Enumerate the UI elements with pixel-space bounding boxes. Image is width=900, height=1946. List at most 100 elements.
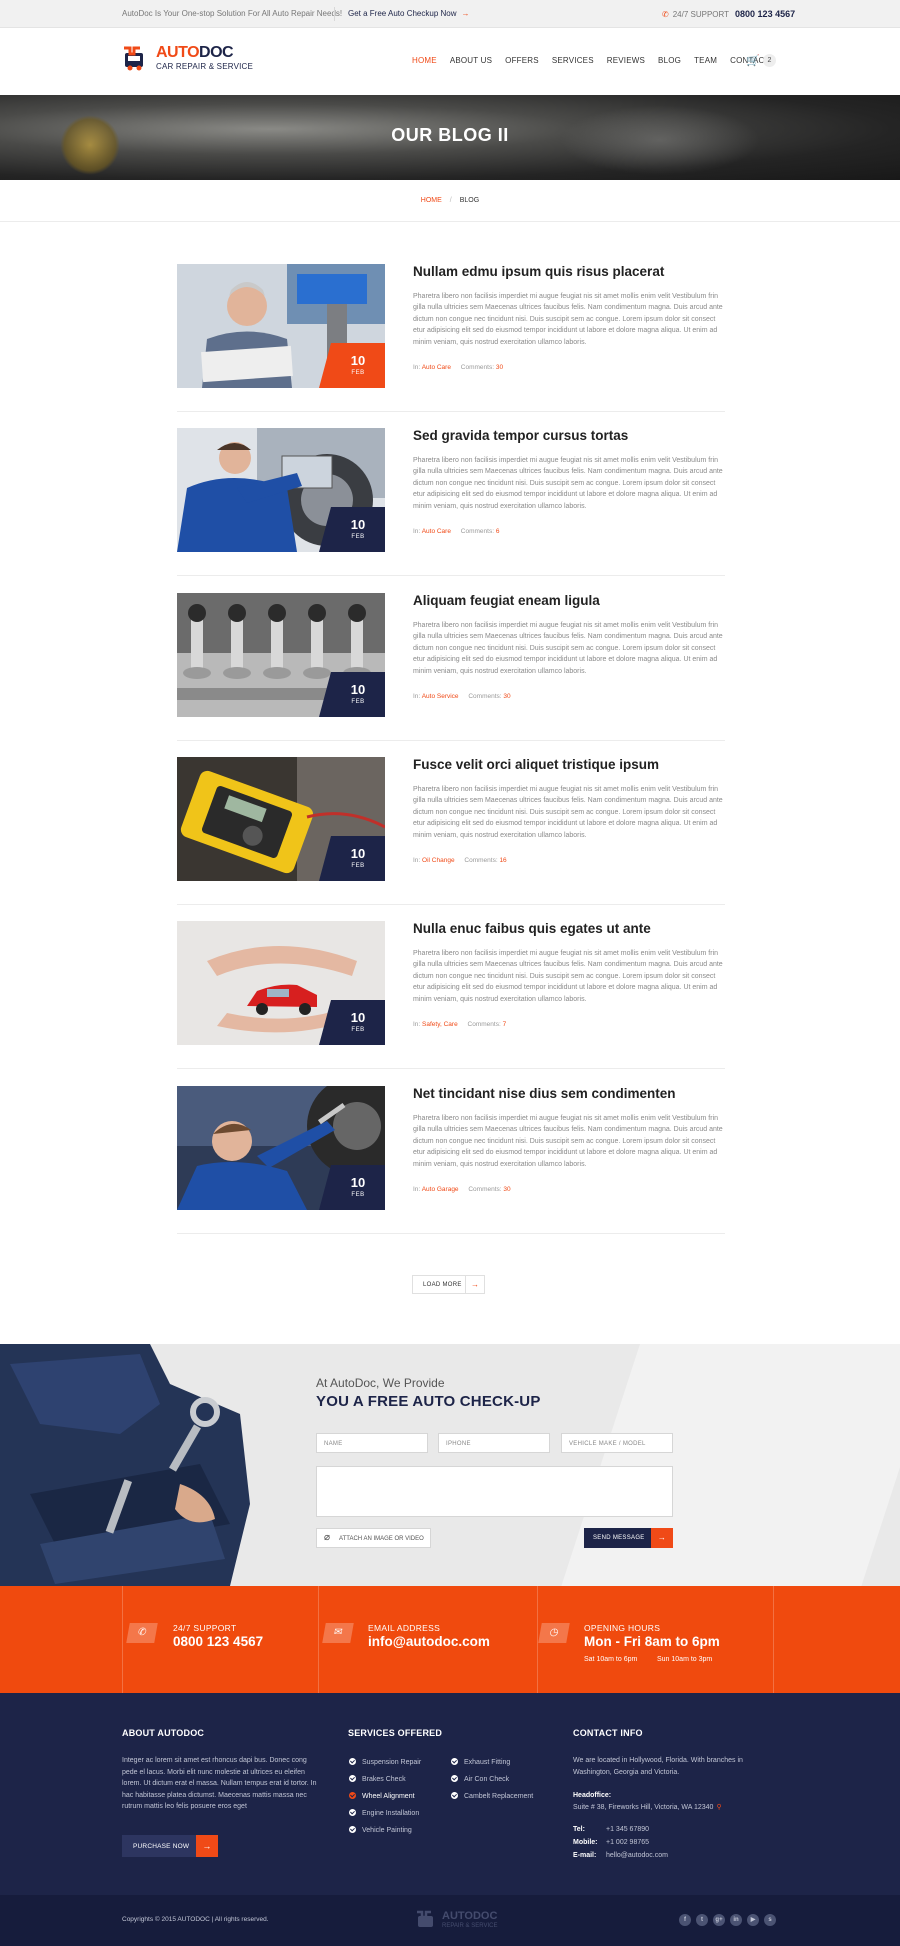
nav-item-about-us[interactable]: ABOUT US — [450, 56, 492, 70]
post-comments-label: Comments: — [464, 857, 498, 864]
service-item[interactable]: Exhaust Fitting — [451, 1758, 510, 1766]
logo-name-part1: AUTO — [156, 44, 200, 61]
service-item[interactable]: Vehicle Painting — [349, 1826, 412, 1834]
purchase-now-button[interactable]: PURCHASE NOW → — [122, 1835, 218, 1857]
post-date-badge: 10 FEB — [319, 507, 385, 552]
post-category-link[interactable]: Safety, Care — [422, 1021, 458, 1028]
headoffice-label: Headoffice: — [573, 1790, 611, 1802]
post-date-day: 10 — [350, 846, 366, 861]
check-circle-icon — [349, 1792, 356, 1799]
tel-value[interactable]: +1 345 67890 — [606, 1826, 649, 1833]
blog-post: 10 FEB Fusce velit orci aliquet tristiqu… — [177, 757, 725, 905]
load-more-button[interactable]: LOAD MORE → — [412, 1275, 485, 1294]
post-category-label: In: — [413, 693, 421, 700]
twitter-icon[interactable]: t — [696, 1914, 708, 1926]
name-field[interactable]: NAME — [316, 1433, 428, 1453]
post-comments-count[interactable]: 7 — [503, 1021, 507, 1028]
post-meta: In: Auto Care Comments: 6 — [413, 528, 499, 535]
nav-item-team[interactable]: TEAM — [694, 56, 717, 70]
cart-icon[interactable]: 🛒 — [746, 54, 760, 67]
info-hours-value: Mon - Fri 8am to 6pm — [584, 1634, 720, 1649]
post-date-day: 10 — [350, 1175, 366, 1190]
footer-about-heading: ABOUT AUTODOC — [122, 1728, 205, 1738]
post-title[interactable]: Sed gravida tempor cursus tortas — [413, 428, 628, 443]
message-textarea[interactable] — [316, 1466, 673, 1517]
post-excerpt: Pharetra libero non facilisis imperdiet … — [413, 950, 723, 1003]
vehicle-field[interactable]: VEHICLE MAKE / MODEL — [561, 1433, 673, 1453]
free-checkup-link[interactable]: Get a Free Auto Checkup Now → — [348, 9, 470, 18]
breadcrumb-separator: / — [449, 197, 452, 204]
site-footer: ABOUT AUTODOC Integer ac lorem sit amet … — [0, 1693, 900, 1895]
email-value[interactable]: hello@autodoc.com — [606, 1852, 668, 1859]
divider — [122, 1586, 123, 1693]
site-logo[interactable]: AUTODOC CAR REPAIR & SERVICE — [122, 42, 253, 78]
contact-email: E-mail: hello@autodoc.com — [573, 1850, 668, 1862]
info-email-label: EMAIL ADDRESS — [368, 1623, 441, 1633]
blog-post: 10 FEB Net tincidant nise dius sem condi… — [177, 1086, 725, 1234]
site-header: AUTODOC CAR REPAIR & SERVICE HOME ABOUT U… — [0, 28, 900, 95]
phone-field[interactable]: IPHONE — [438, 1433, 550, 1453]
post-title[interactable]: Nullam edmu ipsum quis risus placerat — [413, 264, 664, 279]
post-date-month: FEB — [351, 863, 365, 869]
post-comments-count[interactable]: 30 — [503, 1186, 510, 1193]
post-date-month: FEB — [351, 1192, 365, 1198]
support-phone[interactable]: 0800 123 4567 — [735, 9, 795, 19]
tel-label: Tel: — [573, 1826, 585, 1833]
post-title[interactable]: Nulla enuc faibus quis egates ut ante — [413, 921, 651, 936]
post-date-day: 10 — [350, 353, 366, 368]
info-email-value[interactable]: info@autodoc.com — [368, 1634, 490, 1649]
post-date-day: 10 — [350, 1010, 366, 1025]
mobile-value[interactable]: +1 002 98765 — [606, 1839, 649, 1846]
service-item[interactable]: Cambelt Replacement — [451, 1792, 533, 1800]
service-item[interactable]: Suspension Repair — [349, 1758, 421, 1766]
post-category-label: In: — [413, 1186, 421, 1193]
info-support-value[interactable]: 0800 123 4567 — [173, 1634, 263, 1649]
nav-item-services[interactable]: SERVICES — [552, 56, 594, 70]
check-circle-icon — [451, 1758, 458, 1765]
checkup-kicker: At AutoDoc, We Provide — [316, 1376, 445, 1390]
attach-media-button[interactable]: ⌀ ATTACH AN IMAGE OR VIDEO — [316, 1528, 431, 1548]
free-checkup-section: At AutoDoc, We Provide YOU A FREE AUTO C… — [0, 1344, 900, 1586]
arrow-right-icon: → — [465, 1276, 484, 1293]
nav-item-home[interactable]: HOME — [412, 56, 437, 70]
phone-icon: ✆ — [126, 1623, 158, 1643]
post-category-link[interactable]: Auto Service — [422, 693, 459, 700]
facebook-icon[interactable]: f — [679, 1914, 691, 1926]
nav-item-reviews[interactable]: REVIEWS — [607, 56, 645, 70]
nav-item-offers[interactable]: OFFERS — [505, 56, 539, 70]
footer-logo[interactable]: AUTODOC REPAIR & SERVICE — [416, 1909, 506, 1933]
post-category-link[interactable]: Auto Garage — [422, 1186, 459, 1193]
post-title[interactable]: Fusce velit orci aliquet tristique ipsum — [413, 757, 659, 772]
service-item[interactable]: Wheel Alignment — [349, 1792, 415, 1800]
linkedin-icon[interactable]: in — [730, 1914, 742, 1926]
service-item[interactable]: Brakes Check — [349, 1775, 406, 1783]
post-meta: In: Oil Change Comments: 16 — [413, 857, 507, 864]
logo-tagline: CAR REPAIR & SERVICE — [156, 62, 254, 71]
breadcrumb: HOME / BLOG — [0, 180, 900, 222]
post-comments-count[interactable]: 30 — [496, 364, 503, 371]
breadcrumb-home[interactable]: HOME — [421, 197, 442, 204]
google-plus-icon[interactable]: g+ — [713, 1914, 725, 1926]
nav-item-blog[interactable]: BLOG — [658, 56, 681, 70]
service-item-label: Engine Installation — [362, 1810, 420, 1817]
post-category-label: In: — [413, 528, 421, 535]
post-category-link[interactable]: Oil Change — [422, 857, 455, 864]
post-title[interactable]: Aliquam feugiat eneam ligula — [413, 593, 600, 608]
divider — [334, 7, 335, 21]
post-category-link[interactable]: Auto Care — [422, 528, 451, 535]
post-date-badge: 10 FEB — [319, 836, 385, 881]
send-message-label: SEND MESSAGE — [593, 1535, 645, 1541]
post-comments-count[interactable]: 6 — [496, 528, 500, 535]
send-message-button[interactable]: SEND MESSAGE → — [584, 1528, 673, 1548]
service-item-label: Vehicle Painting — [362, 1827, 412, 1834]
skype-icon[interactable]: s — [764, 1914, 776, 1926]
service-item[interactable]: Air Con Check — [451, 1775, 509, 1783]
post-category-link[interactable]: Auto Care — [422, 364, 451, 371]
post-comments-count[interactable]: 30 — [503, 693, 510, 700]
post-title[interactable]: Net tincidant nise dius sem condimenten — [413, 1086, 676, 1101]
post-comments-count[interactable]: 16 — [499, 857, 506, 864]
youtube-icon[interactable]: ▶ — [747, 1914, 759, 1926]
wrench-logo-icon — [417, 1910, 433, 1927]
service-item[interactable]: Engine Installation — [349, 1809, 419, 1817]
contact-mobile: Mobile: +1 002 98765 — [573, 1837, 649, 1849]
